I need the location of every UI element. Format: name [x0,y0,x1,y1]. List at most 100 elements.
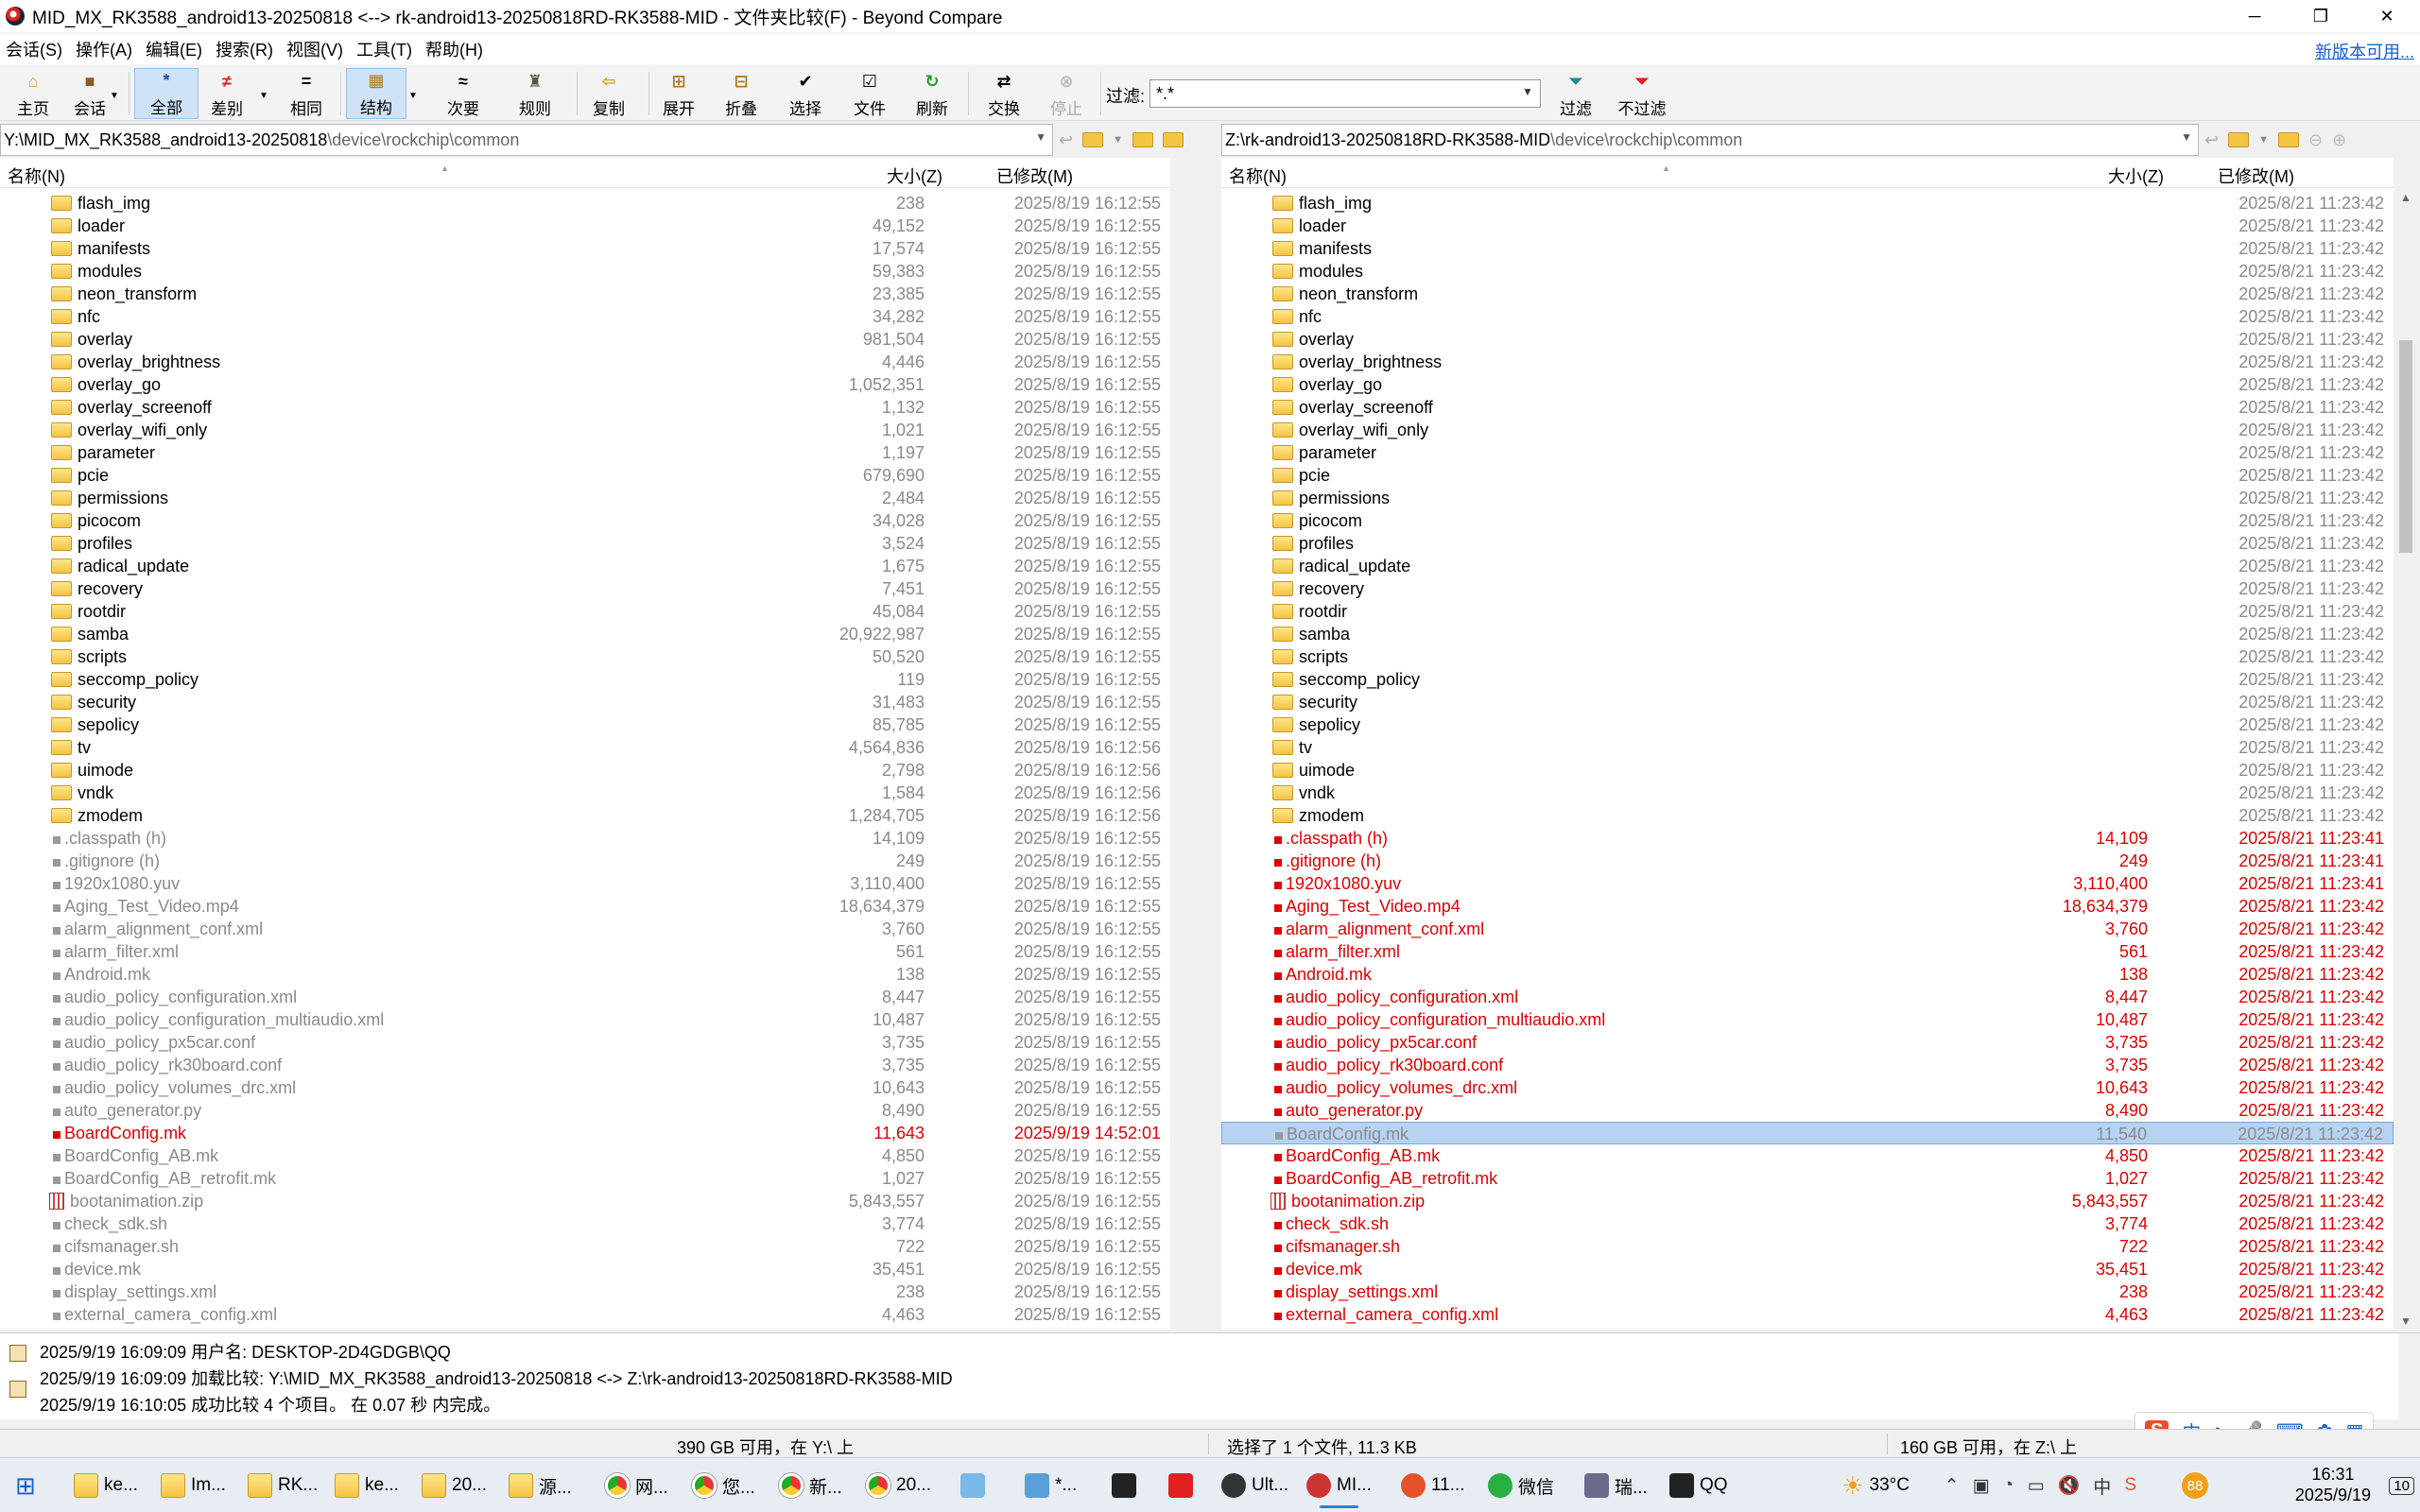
diffs-dropdown-icon[interactable]: ▼ [259,91,268,101]
folder-row[interactable]: flash_img 2025/8/21 11:23:42 [1221,192,2394,215]
folder-row[interactable]: tv 4,564,836 2025/8/19 16:12:56 [0,736,1170,759]
taskbar-item[interactable]: ke... [335,1467,399,1504]
folder-row[interactable]: samba 2025/8/21 11:23:42 [1221,623,2394,645]
taskbar-item[interactable]: ke... [74,1467,138,1504]
structure-dropdown-icon[interactable]: ▼ [408,91,418,101]
taskbar-item[interactable]: 20... [422,1467,487,1504]
file-row[interactable]: .gitignore (h) 249 2025/8/21 11:23:41 [1221,850,2394,872]
folder-row[interactable]: neon_transform 2025/8/21 11:23:42 [1221,283,2394,305]
folder-row[interactable]: sepolicy 85,785 2025/8/19 16:12:55 [0,713,1170,736]
folder-row[interactable]: overlay 981,504 2025/8/19 16:12:55 [0,328,1170,351]
scroll-up-icon[interactable]: ▲ [2395,191,2416,204]
folder-row[interactable]: parameter 2025/8/21 11:23:42 [1221,441,2394,464]
folder-row[interactable]: rootdir 45,084 2025/8/19 16:12:55 [0,600,1170,623]
file-row[interactable]: device.mk 35,451 2025/8/19 16:12:55 [0,1258,1170,1280]
right-browse-dropdown-icon[interactable]: ▼ [2258,134,2269,146]
folder-row[interactable]: profiles 3,524 2025/8/19 16:12:55 [0,532,1170,555]
right-col-size[interactable]: 大小(Z) [2108,163,2164,188]
folder-row[interactable]: overlay_wifi_only 1,021 2025/8/19 16:12:55 [0,419,1170,441]
filter-input[interactable] [1150,79,1541,108]
right-history-icon[interactable]: ↩ [2204,130,2219,150]
taskbar-item[interactable] [960,1467,985,1504]
filters-button[interactable]: ⏷ 过滤 [1550,68,1601,119]
folder-row[interactable]: security 31,483 2025/8/19 16:12:55 [0,691,1170,713]
filter-dropdown-icon[interactable]: ▼ [1522,85,1533,98]
left-col-size[interactable]: 大小(Z) [887,163,942,188]
menu-session[interactable]: 会话(S) [0,37,68,61]
file-row[interactable]: auto_generator.py 8,490 2025/8/21 11:23:42 [1221,1099,2394,1122]
no-filter-button[interactable]: ⏷ 不过滤 [1611,68,1673,119]
right-file-pane[interactable]: 名称(N) ▲ 大小(Z) 已修改(M) flash_img 2025/8/21 … [1221,158,2394,1330]
folder-row[interactable]: pcie 2025/8/21 11:23:42 [1221,464,2394,487]
file-row[interactable]: 1920x1080.yuv 3,110,400 2025/8/21 11:23:41 [1221,872,2394,895]
folder-row[interactable]: modules 59,383 2025/8/19 16:12:55 [0,260,1170,283]
right-scroll-thumb[interactable] [2399,340,2412,553]
folder-row[interactable]: zmodem 2025/8/21 11:23:42 [1221,804,2394,827]
battery-icon[interactable]: ▭ [2028,1475,2045,1497]
folder-row[interactable]: overlay_go 2025/8/21 11:23:42 [1221,373,2394,396]
show-diffs-button[interactable]: ≠ 差别 [200,68,253,119]
menu-edit[interactable]: 编辑(E) [140,37,208,61]
folder-row[interactable]: permissions 2025/8/21 11:23:42 [1221,487,2394,509]
right-path-dropdown-icon[interactable]: ▼ [2181,130,2192,144]
files-button[interactable]: ☑ 文件 [841,68,898,119]
left-browse-folder-icon[interactable] [1082,132,1104,147]
file-row[interactable]: audio_policy_rk30board.conf 3,735 2025/8/2… [1221,1054,2394,1076]
menu-search[interactable]: 搜索(R) [210,37,279,61]
session-dropdown-icon[interactable]: ▼ [110,91,119,101]
file-row[interactable]: bootanimation.zip 5,843,557 2025/8/19 16:1… [0,1190,1170,1212]
file-row[interactable]: BoardConfig.mk 11,643 2025/9/19 14:52:01 [0,1122,1170,1144]
left-file-pane[interactable]: 名称(N) ▲ 大小(Z) 已修改(M) flash_img 238 2025/8/… [0,158,1170,1330]
file-row[interactable]: external_camera_config.xml 4,463 2025/8/21… [1221,1303,2394,1326]
notification-center[interactable]: 10 [2389,1467,2414,1504]
folder-row[interactable]: samba 20,922,987 2025/8/19 16:12:55 [0,623,1170,645]
folder-row[interactable]: overlay_screenoff 2025/8/21 11:23:42 [1221,396,2394,419]
show-same-button[interactable]: = 相同 [278,68,335,119]
file-row[interactable]: alarm_filter.xml 561 2025/8/21 11:23:42 [1221,940,2394,963]
right-col-name[interactable]: 名称(N) [1229,163,1287,188]
folder-row[interactable]: profiles 2025/8/21 11:23:42 [1221,532,2394,555]
file-row[interactable]: alarm_alignment_conf.xml 3,760 2025/8/19 1… [0,918,1170,940]
folder-row[interactable]: overlay 2025/8/21 11:23:42 [1221,328,2394,351]
folder-row[interactable]: scripts 2025/8/21 11:23:42 [1221,645,2394,668]
badge[interactable]: 88 [2182,1467,2208,1504]
left-up-folder-icon[interactable] [1132,132,1153,147]
folder-row[interactable]: picocom 34,028 2025/8/19 16:12:55 [0,509,1170,532]
folder-row[interactable]: parameter 1,197 2025/8/19 16:12:55 [0,441,1170,464]
folder-row[interactable]: seccomp_policy 119 2025/8/19 16:12:55 [0,668,1170,691]
folder-row[interactable]: loader 2025/8/21 11:23:42 [1221,215,2394,237]
folder-row[interactable]: tv 2025/8/21 11:23:42 [1221,736,2394,759]
refresh-button[interactable]: ↻ 刷新 [904,68,960,119]
folder-row[interactable]: scripts 50,520 2025/8/19 16:12:55 [0,645,1170,668]
file-row[interactable]: audio_policy_configuration.xml 8,447 2025/… [0,986,1170,1008]
swap-button[interactable]: ⇄ 交换 [976,68,1032,119]
minimize-button[interactable]: ─ [2221,0,2288,32]
log-save-icon[interactable] [9,1381,26,1398]
left-swap-folder-icon[interactable] [1162,132,1184,147]
weather-widget[interactable]: ☀ 33°C [1841,1467,1910,1504]
folder-row[interactable]: flash_img 238 2025/8/19 16:12:55 [0,192,1170,215]
right-scrollbar[interactable]: ▲ ▼ [2395,189,2416,1330]
collapse-button[interactable]: ⊟ 折叠 [715,68,768,119]
folder-row[interactable]: radical_update 1,675 2025/8/19 16:12:55 [0,555,1170,577]
folder-row[interactable]: sepolicy 2025/8/21 11:23:42 [1221,713,2394,736]
file-row[interactable]: BoardConfig_AB.mk 4,850 2025/8/19 16:12:55 [0,1144,1170,1167]
taskbar-item[interactable]: Ult... [1221,1467,1288,1504]
folder-row[interactable]: picocom 2025/8/21 11:23:42 [1221,509,2394,532]
close-button[interactable]: ✕ [2354,0,2420,32]
file-row[interactable]: Android.mk 138 2025/8/19 16:12:55 [0,963,1170,986]
start-button[interactable]: ⊞ [15,1467,36,1504]
back-icon[interactable]: ⊖ [2308,130,2323,150]
clock[interactable]: 16:31 2025/9/19 [2295,1464,2371,1505]
chevron-up-icon[interactable]: ⌃ [1945,1475,1960,1497]
right-path-input[interactable]: Z:\rk-android13-20250818RD-RK3588-MID \de… [1221,124,2199,156]
file-row[interactable]: alarm_filter.xml 561 2025/8/19 16:12:55 [0,940,1170,963]
folder-row[interactable]: uimode 2,798 2025/8/19 16:12:56 [0,759,1170,782]
file-row[interactable]: display_settings.xml 238 2025/8/19 16:12:5… [0,1280,1170,1303]
file-row[interactable]: .classpath (h) 14,109 2025/8/21 11:23:41 [1221,827,2394,850]
file-row[interactable]: auto_generator.py 8,490 2025/8/19 16:12:55 [0,1099,1170,1122]
file-row[interactable]: BoardConfig_AB_retrofit.mk 1,027 2025/8/19… [0,1167,1170,1190]
stop-button[interactable]: ⊗ 停止 [1038,68,1095,119]
show-all-button[interactable]: * 全部 [134,68,199,119]
folder-row[interactable]: nfc 2025/8/21 11:23:42 [1221,305,2394,328]
